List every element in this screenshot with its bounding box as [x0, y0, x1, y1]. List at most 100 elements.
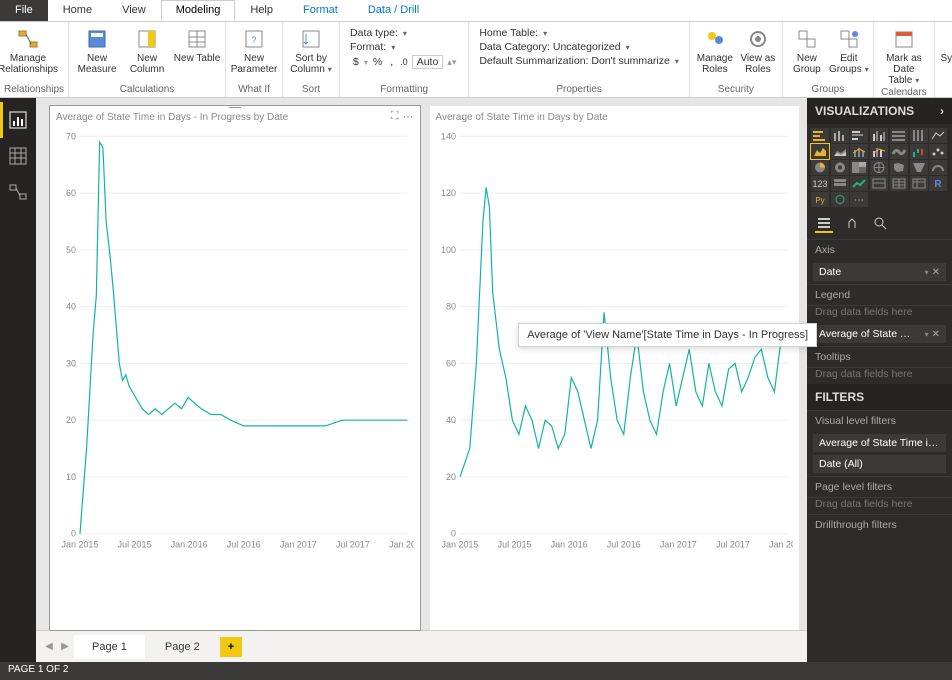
page-tab-1[interactable]: Page 1	[74, 635, 145, 659]
fields-tab-icon[interactable]	[815, 215, 833, 233]
mark-date-table-button[interactable]: Mark as Date Table	[878, 24, 930, 86]
viz-map[interactable]	[870, 160, 888, 175]
tab-home[interactable]: Home	[48, 0, 107, 21]
viz-treemap[interactable]	[850, 160, 868, 175]
viz-custom-import[interactable]: ⋯	[850, 192, 868, 207]
viz-python[interactable]: Py	[811, 192, 829, 207]
svg-text:Jul 2015: Jul 2015	[118, 540, 152, 550]
tab-modeling[interactable]: Modeling	[161, 0, 236, 21]
tooltips-placeholder[interactable]: Drag data fields here	[807, 367, 952, 384]
filter-pill-1[interactable]: Average of State Time in ...	[813, 434, 946, 452]
page-prev-button[interactable]: ◀	[42, 641, 56, 652]
page-tab-2[interactable]: Page 2	[147, 635, 218, 659]
chart-visual-1[interactable]: ⛶ ⋯ Average of State Time in Days - In P…	[50, 106, 420, 630]
add-page-button[interactable]: +	[220, 637, 242, 657]
viz-clustered-bar[interactable]	[850, 128, 868, 143]
more-options-icon[interactable]: ⋯	[403, 110, 414, 123]
page-filters-placeholder[interactable]: Drag data fields here	[807, 497, 952, 514]
legend-placeholder[interactable]: Drag data fields here	[807, 305, 952, 322]
viz-r[interactable]: R	[929, 176, 947, 191]
remove-field-icon[interactable]: ✕	[932, 267, 940, 278]
focus-mode-icon[interactable]: ⛶	[391, 110, 399, 123]
tab-view[interactable]: View	[107, 0, 161, 21]
viz-filled-map[interactable]	[890, 160, 908, 175]
viz-clustered-column[interactable]	[870, 128, 888, 143]
viz-100-stacked-column[interactable]	[910, 128, 928, 143]
viz-donut[interactable]	[831, 160, 849, 175]
view-as-roles-button[interactable]: View as Roles	[738, 24, 778, 75]
data-category-dropdown[interactable]: Data Category: Uncategorized	[479, 41, 679, 53]
viz-arcgis[interactable]	[831, 192, 849, 207]
viz-ribbon[interactable]	[890, 144, 908, 159]
roles-icon	[703, 27, 727, 51]
sort-by-column-button[interactable]: Sort by Column	[287, 24, 335, 75]
viz-card[interactable]: 123	[811, 176, 829, 191]
format-dropdown[interactable]: Format:	[350, 41, 458, 53]
new-measure-button[interactable]: New Measure	[73, 24, 121, 75]
svg-text:140: 140	[441, 131, 456, 141]
filter-pill-2[interactable]: Date (All)	[813, 455, 946, 473]
viz-area[interactable]	[811, 144, 829, 159]
manage-roles-button[interactable]: Manage Roles	[694, 24, 736, 75]
viz-slicer[interactable]	[870, 176, 888, 191]
remove-field-icon[interactable]: ✕	[932, 329, 940, 340]
visualizations-header[interactable]: VISUALIZATIONS›	[807, 98, 952, 124]
viz-stacked-area[interactable]	[831, 144, 849, 159]
viz-100-stacked-bar[interactable]	[890, 128, 908, 143]
svg-text:Jul 2015: Jul 2015	[497, 540, 531, 550]
synonyms-button[interactable]: Synonyms	[939, 24, 952, 64]
viz-line-clustered-column[interactable]	[870, 144, 888, 159]
tab-file[interactable]: File	[0, 0, 48, 21]
home-table-dropdown[interactable]: Home Table:	[479, 27, 679, 39]
viz-pie[interactable]	[811, 160, 829, 175]
filters-header[interactable]: FILTERS	[807, 384, 952, 410]
viz-line[interactable]	[929, 128, 947, 143]
data-type-dropdown[interactable]: Data type:	[350, 27, 458, 39]
format-tab-icon[interactable]	[843, 215, 861, 233]
viz-multi-row-card[interactable]	[831, 176, 849, 191]
svg-text:Jan 2016: Jan 2016	[550, 540, 587, 550]
decimals-decrease-icon[interactable]: .0	[398, 57, 410, 67]
chart-visual-2[interactable]: Average of State Time in Days by Date 02…	[430, 106, 800, 630]
viz-line-stacked-column[interactable]	[850, 144, 868, 159]
report-canvas[interactable]: ⛶ ⋯ Average of State Time in Days - In P…	[36, 98, 807, 630]
viz-stacked-bar[interactable]	[811, 128, 829, 143]
field-format-tabs	[807, 211, 952, 239]
data-view-button[interactable]	[0, 138, 36, 174]
parameter-icon: ?	[242, 27, 266, 51]
viz-stacked-column[interactable]	[831, 128, 849, 143]
new-table-button[interactable]: New Table	[173, 24, 221, 64]
new-parameter-button[interactable]: ? New Parameter	[230, 24, 278, 75]
axis-field-pill[interactable]: Date▾ ✕	[813, 263, 946, 281]
comma-icon[interactable]: ,	[387, 56, 396, 68]
currency-icon[interactable]: $	[350, 56, 362, 68]
expand-icon[interactable]: ›	[940, 104, 944, 118]
viz-matrix[interactable]	[910, 176, 928, 191]
svg-text:Jul 2017: Jul 2017	[715, 540, 749, 550]
viz-funnel[interactable]	[910, 160, 928, 175]
page-next-button[interactable]: ▶	[58, 641, 72, 652]
tab-format[interactable]: Format	[288, 0, 353, 21]
viz-gauge[interactable]	[929, 160, 947, 175]
decimals-increase-icon[interactable]: ▴▾	[445, 57, 458, 68]
manage-relationships-button[interactable]: Manage Relationships	[4, 24, 52, 75]
svg-text:60: 60	[66, 188, 76, 198]
analytics-tab-icon[interactable]	[871, 215, 889, 233]
tab-help[interactable]: Help	[235, 0, 288, 21]
values-field-pill[interactable]: Average of State Time in ...▾ ✕	[813, 325, 946, 343]
new-group-button[interactable]: New Group	[787, 24, 827, 75]
default-summarization-dropdown[interactable]: Default Summarization: Don't summarize	[479, 55, 679, 67]
resize-handle-top[interactable]	[223, 102, 247, 110]
tab-datadrill[interactable]: Data / Drill	[353, 0, 434, 21]
viz-kpi[interactable]	[850, 176, 868, 191]
viz-waterfall[interactable]	[910, 144, 928, 159]
auto-decimals[interactable]: Auto	[412, 55, 444, 69]
report-view-button[interactable]	[0, 102, 36, 138]
viz-table[interactable]	[890, 176, 908, 191]
model-view-button[interactable]	[0, 174, 36, 210]
viewas-icon	[746, 27, 770, 51]
percent-icon[interactable]: %	[370, 56, 385, 68]
viz-scatter[interactable]	[929, 144, 947, 159]
edit-groups-button[interactable]: Edit Groups	[829, 24, 869, 75]
new-column-button[interactable]: New Column	[123, 24, 171, 75]
